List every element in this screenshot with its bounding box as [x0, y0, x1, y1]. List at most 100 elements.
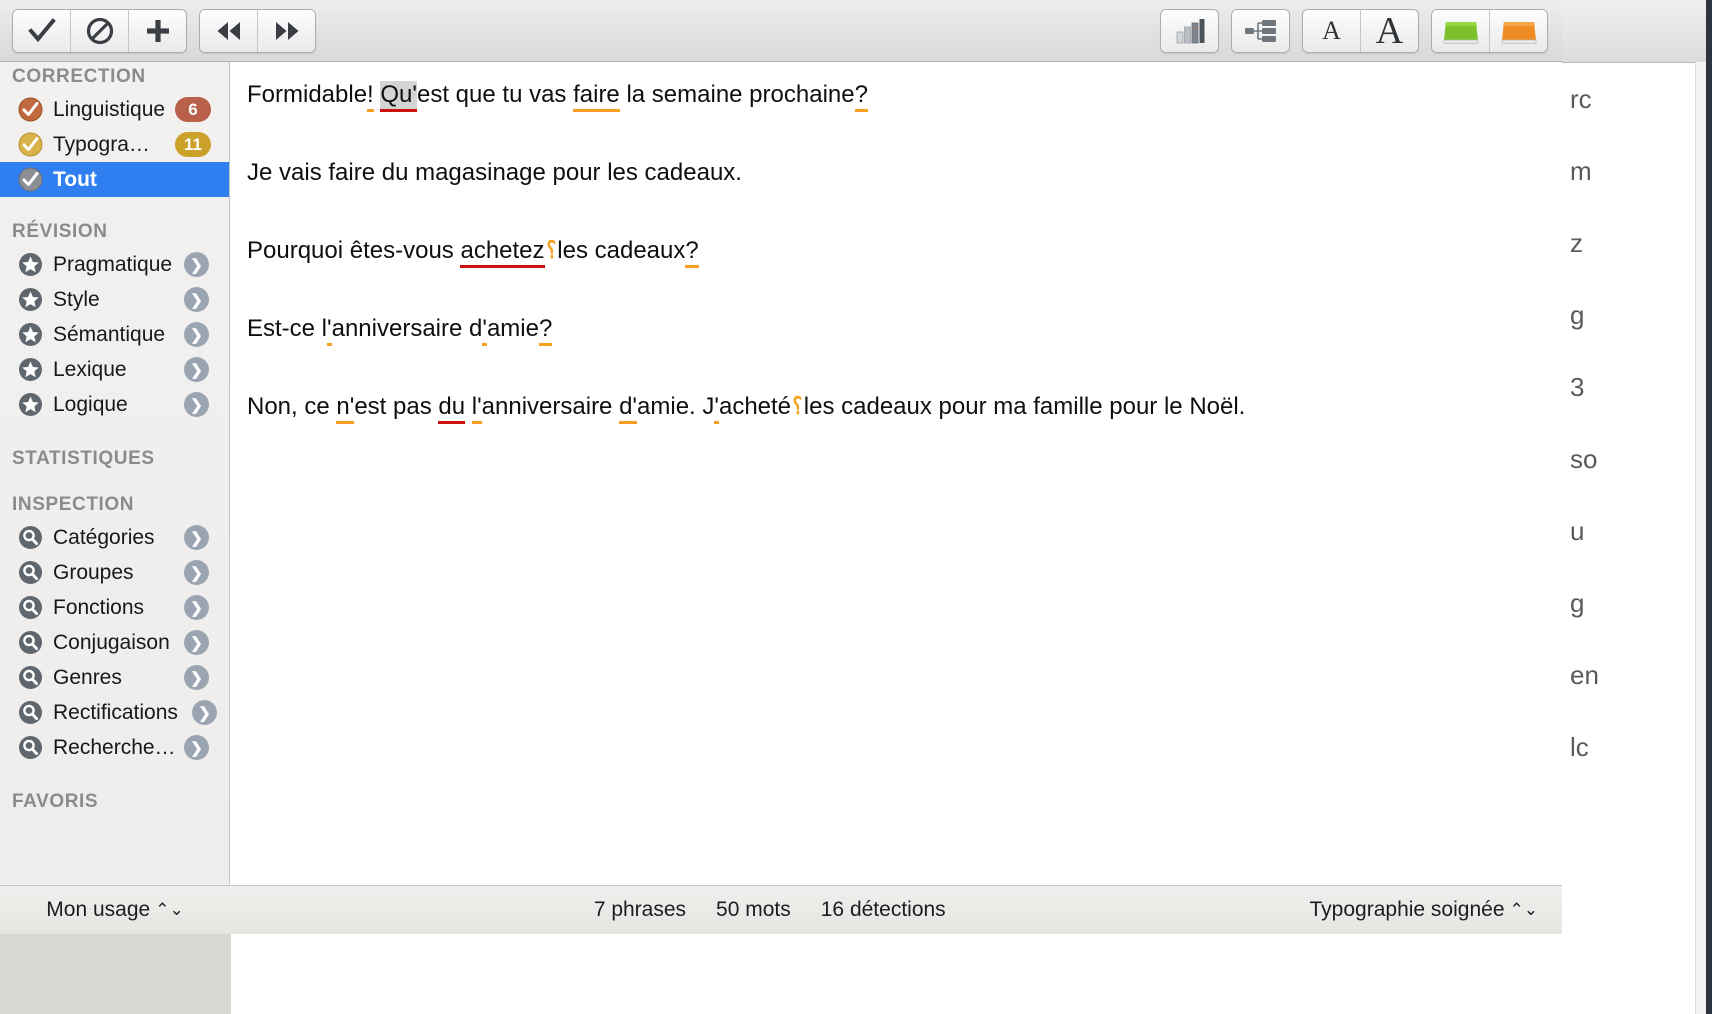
text-run: amie — [487, 315, 539, 342]
green-book-icon — [1441, 16, 1481, 46]
text-run: les cadeaux pour ma famille pour le Noël… — [804, 393, 1246, 420]
sidebar-item-label: Typogra… — [53, 133, 150, 157]
sidebar-section-correction-title: CORRECTION — [0, 62, 229, 92]
font-size-group: A A — [1302, 9, 1419, 53]
typography-detection[interactable]: ! — [367, 81, 374, 112]
text-run: anniversaire — [482, 393, 619, 420]
green-dictionary-button[interactable] — [1432, 10, 1490, 52]
sidebar-item-lexique[interactable]: Lexique ❯ — [0, 352, 229, 387]
chevron-right-icon[interactable]: ❯ — [184, 392, 209, 417]
ignore-correction-button[interactable] — [71, 10, 129, 52]
chevron-right-icon[interactable]: ❯ — [192, 700, 217, 725]
outline-button[interactable] — [1232, 10, 1289, 52]
sidebar-item-label: Catégories — [53, 526, 155, 550]
linguistic-detection[interactable]: achetez — [460, 237, 544, 268]
status-badge: 6 — [175, 97, 211, 122]
sidebar-item-style[interactable]: Style ❯ — [0, 282, 229, 317]
chevron-right-icon[interactable]: ❯ — [184, 735, 209, 760]
sidebar-item-rectifications[interactable]: Rectifications ❯ — [0, 695, 229, 730]
orange-guides-button[interactable] — [1490, 10, 1547, 52]
selected-linguistic-detection[interactable]: Qu' — [380, 81, 417, 112]
sidebar-item-categories[interactable]: Catégories ❯ — [0, 520, 229, 555]
background-fragment: 3 — [1562, 351, 1712, 423]
add-to-dictionary-button[interactable] — [129, 10, 186, 52]
star-circle-icon — [18, 287, 43, 312]
text-run: Je vais faire du magasinage pour les cad… — [247, 159, 742, 186]
desktop-edge — [1706, 0, 1712, 1014]
chevron-right-icon[interactable]: ❯ — [184, 595, 209, 620]
sidebar-item-genres[interactable]: Genres ❯ — [0, 660, 229, 695]
list-tree-icon — [1244, 18, 1278, 44]
sidebar-item-fonctions[interactable]: Fonctions ❯ — [0, 590, 229, 625]
accept-correction-button[interactable] — [13, 10, 71, 52]
text-run: anniversaire d — [332, 315, 483, 342]
reference-books-group — [1431, 9, 1548, 53]
typography-popup-button[interactable]: Typographie soignée ⌃⌄ — [1310, 898, 1562, 922]
chevron-right-icon[interactable]: ❯ — [184, 630, 209, 655]
sidebar-item-recherche[interactable]: Recherche… ❯ — [0, 730, 229, 765]
usage-popup-button[interactable]: Mon usage ⌃⌄ — [0, 898, 230, 922]
background-fragment: u — [1562, 495, 1712, 567]
text-run: Pourquoi êtes-vous — [247, 237, 460, 264]
sidebar-item-logique[interactable]: Logique ❯ — [0, 387, 229, 422]
background-window-titlebar — [1562, 0, 1712, 63]
no-entry-icon — [86, 17, 114, 45]
sidebar-item-groupes[interactable]: Groupes ❯ — [0, 555, 229, 590]
missing-space-marker-icon[interactable]: ⸮ — [793, 392, 803, 422]
chevron-right-icon[interactable]: ❯ — [184, 560, 209, 585]
sidebar-item-label: Groupes — [53, 561, 134, 585]
text-paragraph-5[interactable]: Non, ce n'est pas du l'anniversaire d'am… — [247, 392, 1542, 422]
next-detection-button[interactable] — [258, 10, 315, 52]
popup-arrows-icon: ⌃⌄ — [1510, 900, 1539, 920]
text-run: Est-ce l — [247, 315, 327, 342]
sidebar-item-semantique[interactable]: Sémantique ❯ — [0, 317, 229, 352]
text-paragraph-3[interactable]: Pourquoi êtes-vous achetez⸮les cadeaux? — [247, 236, 1542, 266]
background-fragment: so — [1562, 423, 1712, 495]
detection-navigation-group — [199, 9, 316, 53]
sidebar-item-pragmatique[interactable]: Pragmatique ❯ — [0, 247, 229, 282]
sidebar-section-inspection-title: INSPECTION — [0, 490, 229, 520]
chevron-right-icon[interactable]: ❯ — [184, 322, 209, 347]
statistics-button[interactable] — [1161, 10, 1218, 52]
sidebar-item-linguistique[interactable]: Linguistique 6 — [0, 92, 229, 127]
missing-space-marker-icon[interactable]: ⸮ — [546, 236, 556, 266]
word-count: 50 mots — [716, 898, 791, 922]
typography-detection[interactable]: ? — [855, 81, 868, 112]
typography-detection[interactable]: faire — [573, 81, 620, 112]
star-circle-icon — [18, 252, 43, 277]
chevron-right-icon[interactable]: ❯ — [184, 665, 209, 690]
previous-detection-button[interactable] — [200, 10, 258, 52]
increase-font-button[interactable]: A — [1361, 10, 1418, 52]
linguistic-detection[interactable]: du — [438, 393, 465, 424]
decrease-font-button[interactable]: A — [1303, 10, 1361, 52]
text-paragraph-2[interactable]: Je vais faire du magasinage pour les cad… — [247, 158, 1542, 188]
text-run: est que tu vas — [417, 81, 573, 108]
orange-check-circle-icon — [18, 97, 43, 122]
yellow-check-circle-icon — [18, 132, 43, 157]
antidote-correction-window: rc m z g 3 so u g en lc — [0, 0, 1712, 1014]
magnifier-circle-icon — [18, 595, 43, 620]
sidebar-item-conjugaison[interactable]: Conjugaison ❯ — [0, 625, 229, 660]
statistics-group — [1160, 9, 1219, 53]
sidebar-section-statistiques-title[interactable]: STATISTIQUES — [0, 444, 229, 474]
typography-detection[interactable]: n' — [336, 393, 354, 424]
typography-detection[interactable]: ? — [685, 237, 698, 268]
chevron-right-icon[interactable]: ❯ — [184, 357, 209, 382]
sidebar-item-tout[interactable]: Tout — [0, 162, 229, 197]
document-text-area[interactable]: Formidable! Qu'est que tu vas faire la s… — [231, 62, 1562, 885]
sidebar-item-label: Recherche… — [53, 736, 176, 760]
typography-detection[interactable]: d' — [619, 393, 637, 424]
small-A-icon: A — [1322, 16, 1341, 46]
background-fragment: rc — [1562, 63, 1712, 135]
sidebar-item-label: Fonctions — [53, 596, 144, 620]
text-paragraph-4[interactable]: Est-ce l'anniversaire d'amie? — [247, 314, 1542, 344]
text-paragraph-1[interactable]: Formidable! Qu'est que tu vas faire la s… — [247, 80, 1542, 110]
typography-detection[interactable]: l' — [472, 393, 482, 424]
navigation-sidebar[interactable]: CORRECTION Linguistique 6 Typogra… — [0, 62, 230, 885]
sidebar-item-typographie[interactable]: Typogra… 11 — [0, 127, 229, 162]
detection-count: 16 détections — [821, 898, 946, 922]
typography-detection[interactable]: ? — [539, 315, 552, 346]
chevron-right-icon[interactable]: ❯ — [184, 525, 209, 550]
chevron-right-icon[interactable]: ❯ — [184, 252, 209, 277]
chevron-right-icon[interactable]: ❯ — [184, 287, 209, 312]
